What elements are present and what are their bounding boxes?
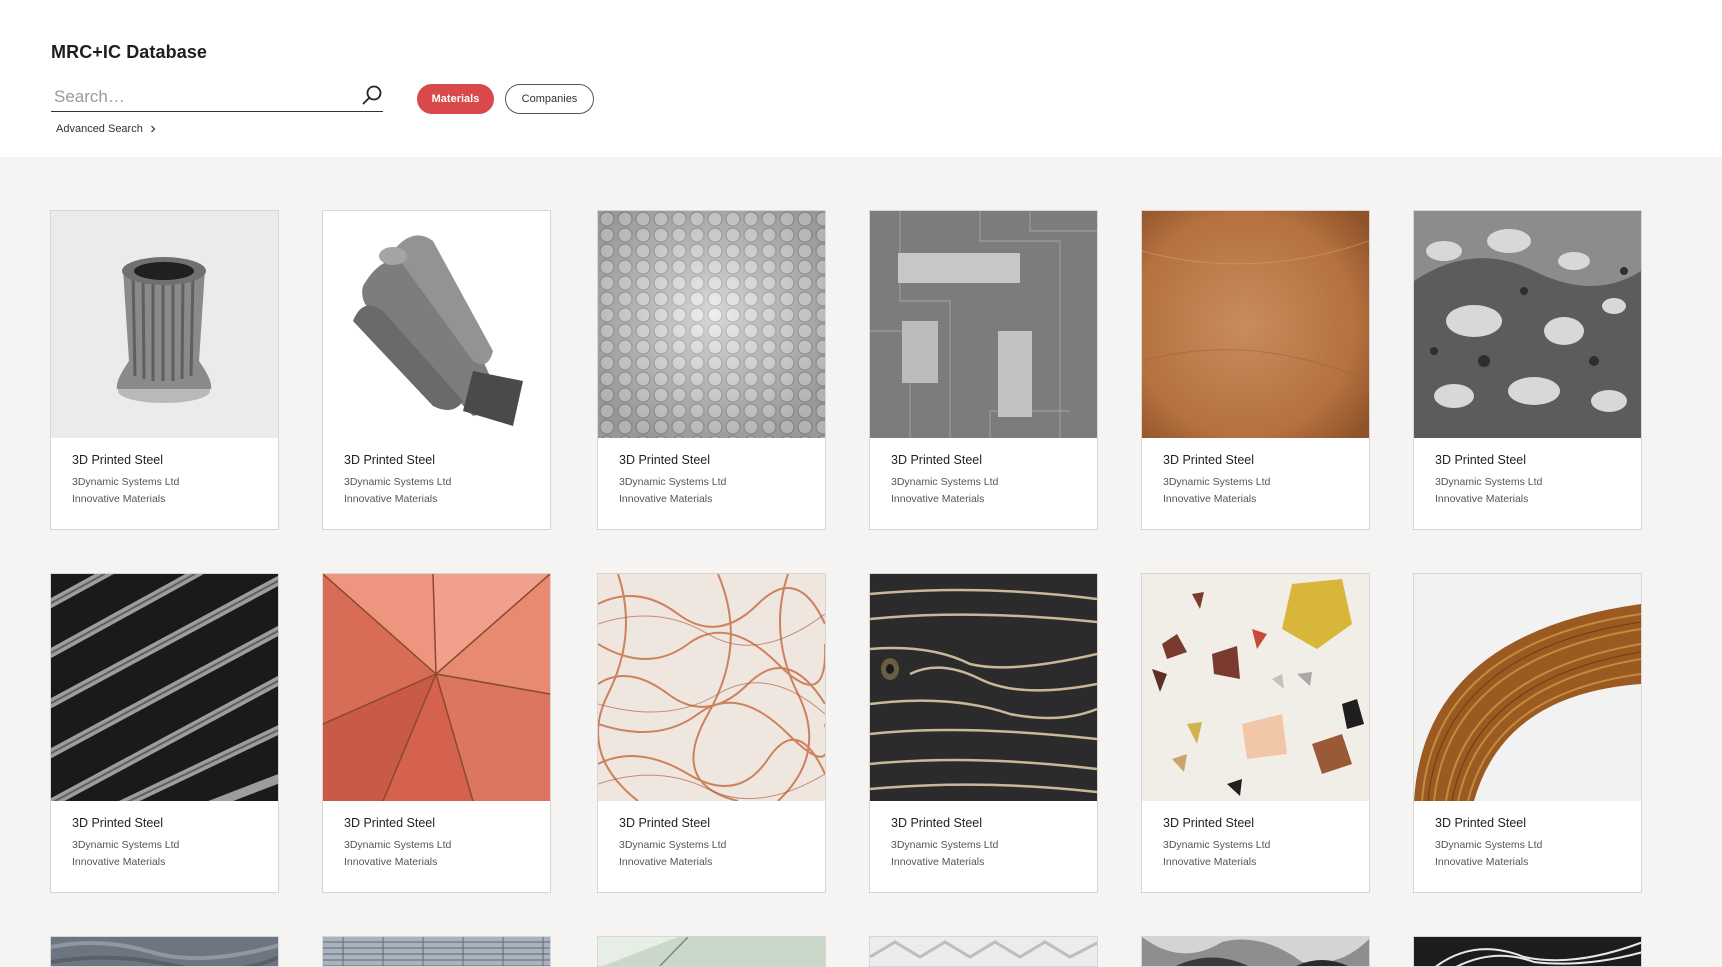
material-image bbox=[598, 211, 825, 438]
material-name: 3D Printed Steel bbox=[1435, 816, 1527, 830]
search-icon[interactable] bbox=[361, 84, 383, 106]
material-category: Innovative Materials bbox=[344, 856, 438, 868]
material-category: Innovative Materials bbox=[72, 493, 166, 505]
material-card[interactable]: 3D Printed Steel 3Dynamic Systems Ltd In… bbox=[1141, 210, 1370, 530]
material-company: 3Dynamic Systems Ltd bbox=[1163, 839, 1271, 851]
material-image bbox=[1414, 211, 1641, 438]
material-card[interactable]: 3D Printed Steel 3Dynamic Systems Ltd In… bbox=[50, 210, 279, 530]
material-category: Innovative Materials bbox=[891, 493, 985, 505]
header: MRC+IC Database Advanced Search Material… bbox=[0, 0, 1722, 157]
material-category: Innovative Materials bbox=[891, 856, 985, 868]
material-name: 3D Printed Steel bbox=[1163, 453, 1255, 467]
material-image bbox=[1414, 574, 1641, 801]
material-image bbox=[1142, 574, 1369, 801]
material-card[interactable] bbox=[597, 936, 826, 967]
material-card[interactable]: 3D Printed Steel 3Dynamic Systems Ltd In… bbox=[322, 573, 551, 893]
material-category: Innovative Materials bbox=[619, 493, 713, 505]
material-category: Innovative Materials bbox=[1163, 856, 1257, 868]
material-name: 3D Printed Steel bbox=[344, 453, 436, 467]
page-title: MRC+IC Database bbox=[51, 42, 208, 62]
material-category: Innovative Materials bbox=[619, 856, 713, 868]
material-image bbox=[1414, 937, 1641, 966]
material-image bbox=[323, 937, 550, 966]
material-image bbox=[51, 211, 278, 438]
material-card[interactable]: 3D Printed Steel 3Dynamic Systems Ltd In… bbox=[597, 210, 826, 530]
material-company: 3Dynamic Systems Ltd bbox=[1163, 476, 1271, 488]
material-card[interactable] bbox=[50, 936, 279, 967]
material-category: Innovative Materials bbox=[1435, 856, 1529, 868]
material-category: Innovative Materials bbox=[72, 856, 166, 868]
filter-companies-label: Companies bbox=[521, 93, 578, 105]
material-image bbox=[1142, 937, 1369, 966]
advanced-search-link[interactable]: Advanced Search bbox=[56, 123, 157, 135]
material-name: 3D Printed Steel bbox=[344, 816, 436, 830]
material-name: 3D Printed Steel bbox=[891, 816, 983, 830]
filter-materials-label: Materials bbox=[431, 93, 480, 105]
material-image bbox=[51, 937, 278, 966]
material-name: 3D Printed Steel bbox=[891, 453, 983, 467]
material-card[interactable]: 3D Printed Steel 3Dynamic Systems Ltd In… bbox=[1413, 573, 1642, 893]
material-name: 3D Printed Steel bbox=[1435, 453, 1527, 467]
material-name: 3D Printed Steel bbox=[72, 453, 164, 467]
material-name: 3D Printed Steel bbox=[619, 816, 711, 830]
material-category: Innovative Materials bbox=[1435, 493, 1529, 505]
material-company: 3Dynamic Systems Ltd bbox=[619, 476, 727, 488]
material-category: Innovative Materials bbox=[1163, 493, 1257, 505]
material-card[interactable]: 3D Printed Steel 3Dynamic Systems Ltd In… bbox=[869, 210, 1098, 530]
material-image bbox=[51, 574, 278, 801]
material-card[interactable]: 3D Printed Steel 3Dynamic Systems Ltd In… bbox=[869, 573, 1098, 893]
material-image bbox=[598, 574, 825, 801]
material-company: 3Dynamic Systems Ltd bbox=[344, 839, 452, 851]
material-name: 3D Printed Steel bbox=[619, 453, 711, 467]
material-card[interactable]: 3D Printed Steel 3Dynamic Systems Ltd In… bbox=[50, 573, 279, 893]
material-image bbox=[323, 574, 550, 801]
material-card[interactable] bbox=[1141, 936, 1370, 967]
material-image bbox=[598, 937, 825, 966]
material-name: 3D Printed Steel bbox=[72, 816, 164, 830]
material-card[interactable]: 3D Printed Steel 3Dynamic Systems Ltd In… bbox=[597, 573, 826, 893]
search-bar bbox=[51, 82, 383, 112]
filter-materials-button[interactable]: Materials bbox=[417, 84, 494, 114]
material-image bbox=[870, 211, 1097, 438]
material-image bbox=[870, 937, 1097, 966]
material-image bbox=[870, 574, 1097, 801]
material-card[interactable] bbox=[322, 936, 551, 967]
material-company: 3Dynamic Systems Ltd bbox=[72, 839, 180, 851]
material-card[interactable]: 3D Printed Steel 3Dynamic Systems Ltd In… bbox=[1141, 573, 1370, 893]
material-company: 3Dynamic Systems Ltd bbox=[891, 476, 999, 488]
material-card[interactable]: 3D Printed Steel 3Dynamic Systems Ltd In… bbox=[322, 210, 551, 530]
material-name: 3D Printed Steel bbox=[1163, 816, 1255, 830]
material-card[interactable] bbox=[869, 936, 1098, 967]
material-image bbox=[323, 211, 550, 438]
material-company: 3Dynamic Systems Ltd bbox=[344, 476, 452, 488]
chevron-right-icon bbox=[150, 125, 156, 133]
material-company: 3Dynamic Systems Ltd bbox=[72, 476, 180, 488]
search-input[interactable] bbox=[51, 82, 341, 112]
material-category: Innovative Materials bbox=[344, 493, 438, 505]
material-company: 3Dynamic Systems Ltd bbox=[619, 839, 727, 851]
advanced-search-label: Advanced Search bbox=[56, 123, 143, 135]
material-image bbox=[1142, 211, 1369, 438]
material-card[interactable] bbox=[1413, 936, 1642, 967]
material-company: 3Dynamic Systems Ltd bbox=[1435, 839, 1543, 851]
material-card[interactable]: 3D Printed Steel 3Dynamic Systems Ltd In… bbox=[1413, 210, 1642, 530]
material-company: 3Dynamic Systems Ltd bbox=[891, 839, 999, 851]
material-company: 3Dynamic Systems Ltd bbox=[1435, 476, 1543, 488]
filter-companies-button[interactable]: Companies bbox=[505, 84, 594, 114]
